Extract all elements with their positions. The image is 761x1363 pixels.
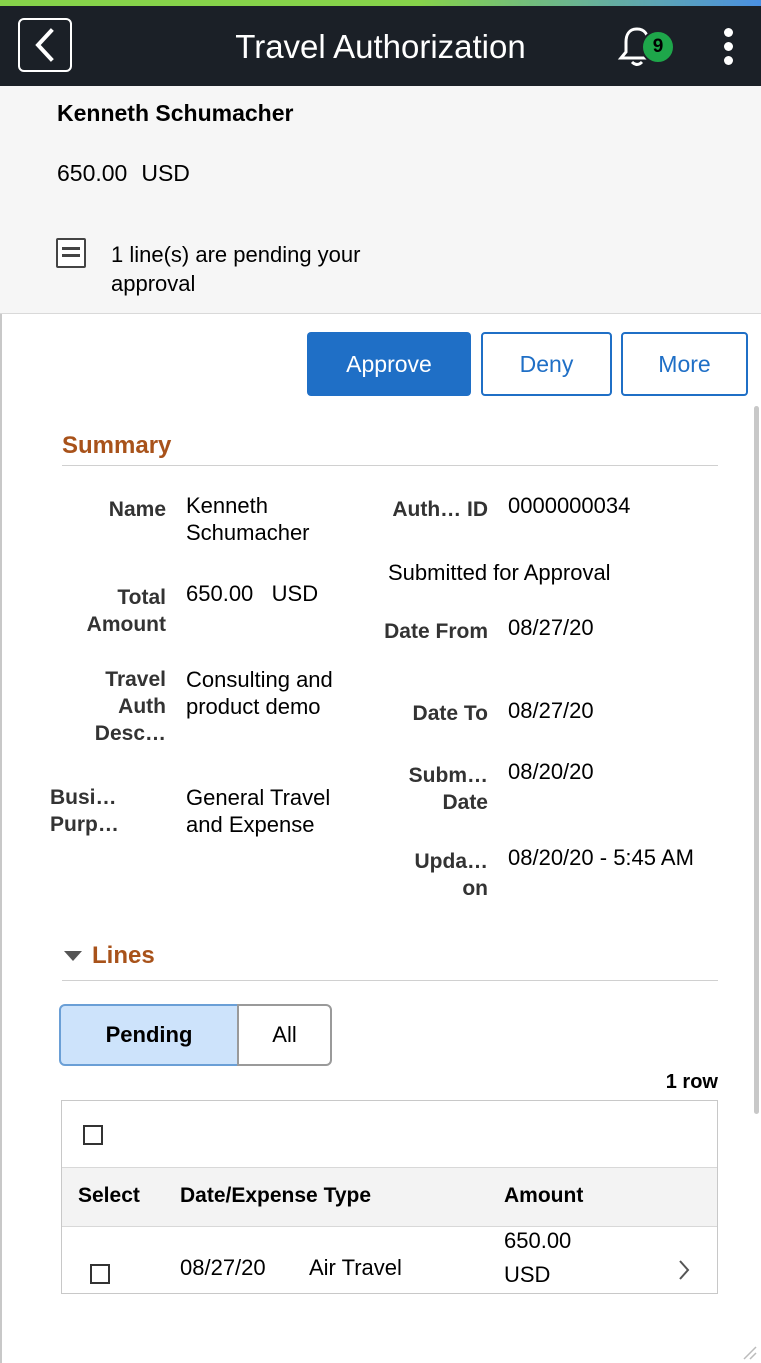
row-date: 08/27/20 bbox=[180, 1255, 266, 1280]
auth-id-value: 0000000034 bbox=[508, 493, 631, 518]
row-select-checkbox[interactable] bbox=[90, 1264, 110, 1284]
list-lines-icon bbox=[56, 238, 86, 268]
collapse-triangle-icon bbox=[64, 951, 82, 961]
auth-id-label: Auth… ID bbox=[392, 498, 488, 521]
select-all-checkbox[interactable] bbox=[83, 1125, 103, 1145]
date-to-value: 08/27/20 bbox=[508, 698, 594, 723]
travel-auth-desc-label: Travel Auth Desc… bbox=[94, 668, 166, 745]
resize-grip-icon bbox=[743, 1346, 757, 1360]
lines-grid: Select Date/Expense Type Amount 08/27/20… bbox=[61, 1100, 718, 1294]
column-select: Select bbox=[78, 1184, 140, 1207]
lines-heading[interactable]: Lines bbox=[62, 942, 155, 970]
vertical-scrollbar[interactable] bbox=[754, 406, 759, 1114]
row-amount-value: 650.00 bbox=[504, 1228, 572, 1253]
banner-amount: 650.00 USD bbox=[57, 160, 190, 187]
approve-button[interactable]: Approve bbox=[307, 332, 471, 396]
app-header: Travel Authorization 9 bbox=[0, 6, 761, 86]
name-value: Kenneth Schumacher bbox=[186, 493, 310, 545]
row-expense-type: Air Travel bbox=[309, 1255, 402, 1280]
notification-badge[interactable]: 9 bbox=[641, 30, 675, 64]
row-count: 1 row bbox=[665, 1071, 718, 1093]
business-purpose-value: General Travel and Expense bbox=[186, 785, 331, 837]
row-currency: USD bbox=[504, 1262, 551, 1287]
column-amount: Amount bbox=[504, 1184, 584, 1207]
table-row[interactable]: 08/27/20 Air Travel 650.00 USD bbox=[62, 1228, 717, 1294]
business-purpose-label: Busi… Purp… bbox=[50, 786, 119, 836]
tab-pending[interactable]: Pending bbox=[59, 1004, 239, 1066]
banner-currency: USD bbox=[141, 160, 190, 186]
kebab-menu-icon[interactable] bbox=[716, 26, 740, 70]
date-from-value: 08/27/20 bbox=[508, 615, 594, 640]
more-button[interactable]: More bbox=[621, 332, 748, 396]
employee-name: Kenneth Schumacher bbox=[57, 100, 294, 126]
total-amount-number: 650.00 bbox=[186, 581, 254, 606]
name-label: Name bbox=[108, 498, 166, 521]
tab-all[interactable]: All bbox=[237, 1004, 332, 1066]
pending-lines-text: 1 line(s) are pending your approval bbox=[111, 242, 361, 296]
lines-title: Lines bbox=[92, 942, 155, 969]
summary-divider bbox=[62, 465, 718, 466]
row-amount: 650.00 USD bbox=[504, 1224, 571, 1292]
travel-auth-desc-value: Consulting and product demo bbox=[186, 667, 333, 719]
submitted-date-label: Subm… Date bbox=[408, 764, 488, 814]
left-border bbox=[0, 314, 2, 1363]
date-to-label: Date To bbox=[412, 702, 488, 725]
grid-header-row: Select Date/Expense Type Amount bbox=[62, 1167, 717, 1227]
status-value: Submitted for Approval bbox=[388, 560, 611, 585]
date-from-label: Date From bbox=[384, 620, 488, 643]
total-amount-currency: USD bbox=[271, 581, 319, 606]
lines-divider bbox=[62, 980, 718, 981]
banner-amount-value: 650.00 bbox=[57, 160, 128, 186]
total-amount-value: 650.00 USD bbox=[186, 580, 366, 607]
summary-heading: Summary bbox=[62, 432, 172, 459]
column-date-expense-type: Date/Expense Type bbox=[180, 1184, 372, 1207]
total-amount-label: Total Amount bbox=[86, 586, 166, 636]
submitted-date-value: 08/20/20 bbox=[508, 759, 594, 784]
deny-button[interactable]: Deny bbox=[481, 332, 612, 396]
updated-on-value: 08/20/20 - 5:45 AM bbox=[508, 845, 694, 870]
updated-on-label: Upda… on bbox=[414, 850, 489, 900]
chevron-right-icon[interactable] bbox=[677, 1258, 691, 1282]
